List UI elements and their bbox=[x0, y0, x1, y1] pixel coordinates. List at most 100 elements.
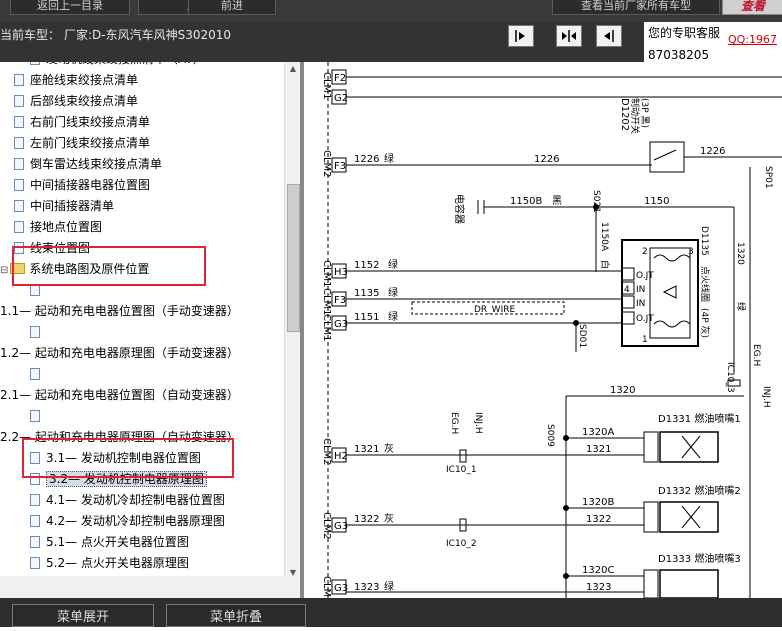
tree-item-label: 1.1— 起动和充电电器位置图（手动变速器） bbox=[0, 304, 239, 318]
collapse-icon[interactable]: ⊟ bbox=[0, 265, 8, 276]
ic10-2-label: IC10_2 bbox=[446, 539, 477, 549]
document-icon bbox=[14, 179, 24, 191]
tree-item[interactable]: 4.2— 发动机冷却控制电器原理图 bbox=[30, 512, 225, 530]
document-icon bbox=[14, 221, 24, 233]
tree-item-label: 右前门线束绞接点清单 bbox=[30, 115, 151, 129]
tree-item[interactable]: 2.1— 起动和充电电器位置图（自动变速器） bbox=[0, 386, 239, 404]
document-icon bbox=[14, 158, 24, 170]
tree-item-label: 倒车雷达线束绞接点清单 bbox=[30, 157, 163, 171]
coil-num-2: 2 bbox=[642, 247, 648, 257]
tree-item[interactable] bbox=[30, 323, 46, 341]
conn-label: CLM1 bbox=[321, 288, 332, 316]
arrows-center-icon bbox=[562, 30, 576, 42]
tree-item[interactable]: 接地点位置图 bbox=[14, 218, 102, 236]
tree-item-label: 5.1— 点火开关电器位置图 bbox=[46, 535, 189, 549]
splice-sp01: SP01 bbox=[763, 166, 773, 189]
tree-item-label: 发动机线束绞接点清单（AT） bbox=[46, 62, 205, 66]
view-button[interactable]: 查看 bbox=[722, 0, 782, 15]
current-model: 当前车型： 厂家:D-东风汽车风神S302010 bbox=[0, 26, 231, 43]
service-number: 87038205 bbox=[648, 48, 710, 62]
nav-left-button[interactable] bbox=[596, 25, 622, 47]
coil-num-1: 1 bbox=[642, 335, 648, 345]
scroll-up-icon[interactable]: ▲ bbox=[285, 62, 301, 76]
wire-color-green3: 绿 bbox=[388, 286, 398, 299]
coil-pin-in: IN bbox=[636, 285, 645, 295]
pin-label: F2 bbox=[334, 73, 346, 84]
tree-item[interactable]: 左前门线束绞接点清单 bbox=[14, 134, 150, 152]
highlight-box-folder bbox=[12, 246, 206, 286]
tree-item[interactable]: 5.2— 点火开关电器原理图 bbox=[30, 554, 189, 572]
tree-item[interactable]: 发动机线束绞接点清单（AT） bbox=[30, 62, 205, 68]
tree-item[interactable]: 中间插接器电器位置图 bbox=[14, 176, 150, 194]
tree-item-label: 中间插接器清单 bbox=[30, 199, 115, 213]
document-icon bbox=[30, 410, 40, 422]
nav-center-button[interactable] bbox=[556, 25, 582, 47]
tree-vertical-scrollbar[interactable]: ▲ ▼ bbox=[284, 62, 301, 598]
wire-1322: 1322 bbox=[354, 514, 379, 525]
top-toolbar: 返回上一目录 后退 前进 查看当前厂家所有车型 查看 bbox=[0, 0, 782, 22]
tree-horizontal-scrollbar[interactable] bbox=[0, 576, 300, 598]
menu-collapse-button[interactable]: 菜单折叠 bbox=[166, 604, 306, 627]
wire-1320b: 1320B bbox=[582, 497, 614, 508]
tree-item-label: 4.2— 发动机冷却控制电器原理图 bbox=[46, 514, 225, 528]
menu-expand-button[interactable]: 菜单展开 bbox=[12, 604, 154, 627]
view-all-models-button[interactable]: 查看当前厂家所有车型 bbox=[552, 0, 720, 15]
wire-color-black: 黑 bbox=[552, 195, 562, 207]
wire-1320c: 1320C bbox=[582, 565, 614, 576]
wire-1323b: 1323 bbox=[586, 582, 611, 593]
wire-1150a: 1150A bbox=[599, 222, 609, 252]
pin-label: G3 bbox=[334, 319, 348, 330]
forward-button[interactable]: 前进 bbox=[188, 0, 276, 15]
pin-label: H2 bbox=[334, 451, 348, 462]
scroll-thumb[interactable] bbox=[287, 184, 300, 332]
egh-label-2: EG.H bbox=[449, 412, 459, 434]
capacitor-label: 电容器 bbox=[453, 194, 466, 224]
vehicle-info-bar: 当前车型： 厂家:D-东风汽车风神S302010 bbox=[0, 22, 644, 62]
document-icon bbox=[30, 557, 40, 569]
tree-item-label: 2.1— 起动和充电电器位置图（自动变速器） bbox=[0, 388, 239, 402]
wire-color-gray2: 灰 bbox=[384, 512, 394, 525]
service-qq-link[interactable]: QQ:1967 bbox=[728, 33, 777, 46]
document-icon bbox=[30, 368, 40, 380]
pin-label: F3 bbox=[334, 295, 346, 306]
tree-item[interactable] bbox=[30, 407, 46, 425]
wire-1135: 1135 bbox=[354, 288, 379, 299]
wire-color-green: 绿 bbox=[384, 152, 394, 165]
injh-label-2: INJ.H bbox=[473, 412, 483, 434]
splice-s009: S009 bbox=[545, 424, 555, 447]
injh-label: INJ.H bbox=[761, 386, 771, 408]
pin-label: H3 bbox=[334, 267, 348, 278]
wire-1321: 1321 bbox=[354, 444, 379, 455]
coil-type: (4P 灰) bbox=[699, 308, 711, 338]
wire-1152: 1152 bbox=[354, 260, 379, 271]
wire-1150: 1150 bbox=[644, 196, 669, 207]
tree-item[interactable]: 4.1— 发动机冷却控制电器位置图 bbox=[30, 491, 225, 509]
tree-item[interactable]: 座舱线束绞接点清单 bbox=[14, 71, 138, 89]
wire-1320-bus: 1320 bbox=[610, 385, 635, 396]
document-icon bbox=[14, 116, 24, 128]
nav-right-button[interactable] bbox=[508, 25, 534, 47]
document-icon bbox=[30, 62, 40, 65]
wire-1323: 1323 bbox=[354, 582, 379, 593]
model-value: 厂家:D-东风汽车风神S302010 bbox=[64, 28, 232, 42]
back-to-parent-button[interactable]: 返回上一目录 bbox=[10, 0, 130, 15]
tree-item[interactable]: 倒车雷达线束绞接点清单 bbox=[14, 155, 162, 173]
wire-color-gray: 灰 bbox=[384, 442, 394, 455]
ic10-1-label: IC10_1 bbox=[446, 465, 477, 475]
tree-item[interactable] bbox=[30, 365, 46, 383]
document-icon bbox=[30, 536, 40, 548]
conn-label: CLM2 bbox=[321, 150, 332, 178]
tree-item-label: 接地点位置图 bbox=[30, 220, 103, 234]
injector-2-label: D1332 燃油喷嘴2 bbox=[658, 484, 741, 497]
tree-item[interactable]: 5.1— 点火开关电器位置图 bbox=[30, 533, 189, 551]
tree-item[interactable]: 1.1— 起动和充电电器位置图（手动变速器） bbox=[0, 302, 239, 320]
wire-1321b: 1321 bbox=[586, 444, 611, 455]
coil-pin-ojt: O.JT bbox=[636, 271, 654, 281]
tree-item[interactable]: 中间插接器清单 bbox=[14, 197, 114, 215]
pin-label: F3 bbox=[334, 161, 346, 172]
document-icon bbox=[14, 200, 24, 212]
tree-item[interactable]: 1.2— 起动和充电电器原理图（手动变速器） bbox=[0, 344, 239, 362]
wire-1226c: 1226 bbox=[700, 146, 725, 157]
tree-item[interactable]: 右前门线束绞接点清单 bbox=[14, 113, 150, 131]
tree-item[interactable]: 后部线束绞接点清单 bbox=[14, 92, 138, 110]
